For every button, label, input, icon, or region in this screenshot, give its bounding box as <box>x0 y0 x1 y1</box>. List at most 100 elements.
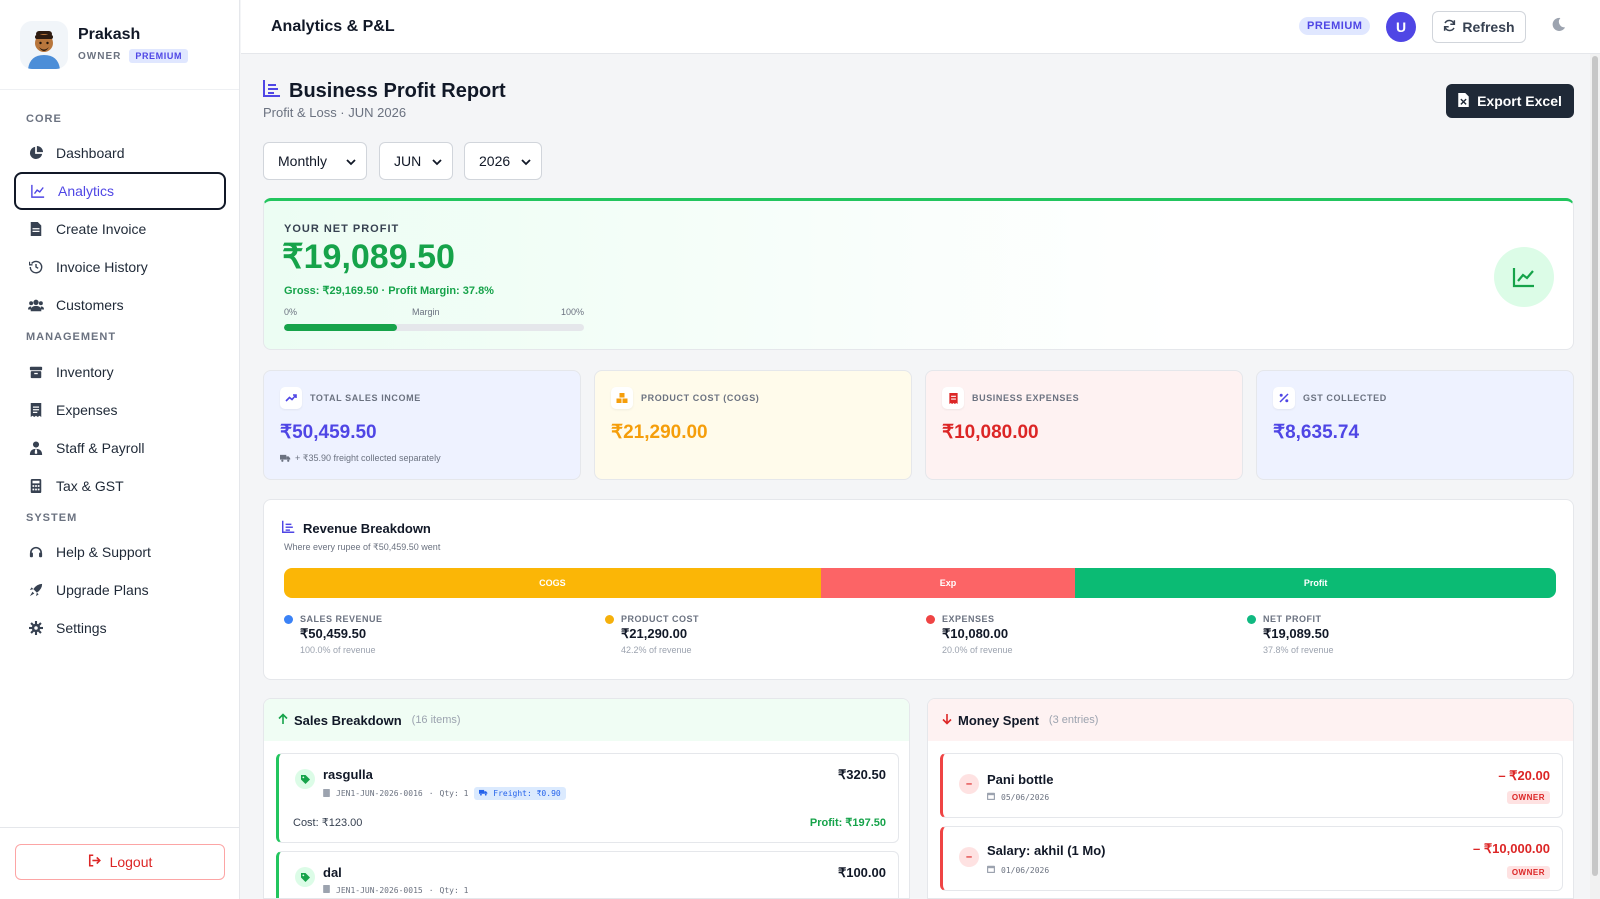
sidebar-item-analytics[interactable]: Analytics <box>14 172 226 210</box>
margin-progress-track <box>284 324 584 331</box>
sidebar-item-create-invoice[interactable]: Create Invoice <box>14 210 226 248</box>
legend-dot <box>1247 614 1256 624</box>
legend-label: SALES REVENUE <box>300 614 383 624</box>
report-subtitle: Profit & Loss · JUN 2026 <box>263 105 407 120</box>
month-select[interactable]: JUN <box>379 142 453 180</box>
export-label: Export Excel <box>1477 93 1562 109</box>
meta-separator: · <box>428 789 434 798</box>
expense-amount: – ₹20.00 <box>1498 768 1550 783</box>
excel-file-icon <box>1458 92 1469 110</box>
stat-value: ₹10,080.00 <box>942 422 1039 443</box>
legend-net-profit: NET PROFIT ₹19,089.50 37.8% of revenue <box>1247 614 1547 655</box>
trend-chart-icon <box>1494 247 1554 307</box>
boxes-icon <box>611 387 633 409</box>
sidebar-item-label: Dashboard <box>56 145 125 161</box>
stat-card-sales: TOTAL SALES INCOME ₹50,459.50 + ₹35.90 f… <box>263 370 581 480</box>
sidebar-item-expenses[interactable]: Expenses <box>14 391 226 429</box>
sidebar-item-dashboard[interactable]: Dashboard <box>14 134 226 172</box>
stat-value: ₹50,459.50 <box>280 422 377 443</box>
sidebar-item-label: Invoice History <box>56 259 148 275</box>
year-value: 2026 <box>479 153 511 169</box>
user-avatar[interactable]: U <box>1386 12 1416 42</box>
sidebar-item-upgrade-plans[interactable]: Upgrade Plans <box>14 571 226 609</box>
calendar-icon <box>987 865 995 875</box>
legend-label: NET PROFIT <box>1263 614 1322 624</box>
sidebar-item-invoice-history[interactable]: Invoice History <box>14 248 226 286</box>
item-meta: 01/06/2026 <box>987 865 1049 875</box>
legend-expenses: EXPENSES ₹10,080.00 20.0% of revenue <box>926 614 1226 655</box>
arrow-down-icon <box>942 713 952 728</box>
sidebar-item-inventory[interactable]: Inventory <box>14 353 226 391</box>
dark-mode-toggle[interactable] <box>1547 16 1569 38</box>
period-select[interactable]: Monthly <box>263 142 367 180</box>
scrollbar-thumb[interactable] <box>1592 56 1598 876</box>
sidebar-item-staff-payroll[interactable]: Staff & Payroll <box>14 429 226 467</box>
sidebar-item-label: Expenses <box>56 402 118 418</box>
year-select[interactable]: 2026 <box>464 142 542 180</box>
legend-value: ₹50,459.50 <box>300 626 367 641</box>
money-spent-panel: Money Spent (3 entries) – Pani bottle 05… <box>927 698 1574 899</box>
item-name: Pani bottle <box>987 772 1054 787</box>
sales-breakdown-header: Sales Breakdown (16 items) <box>264 699 909 741</box>
stat-value: ₹21,290.00 <box>611 422 708 443</box>
money-spent-title: Money Spent <box>958 712 1039 728</box>
gear-icon <box>28 620 44 636</box>
line-chart-icon <box>30 183 46 199</box>
item-meta: JEN1-JUN-2026-0015 · Qty: 1 <box>323 885 468 895</box>
legend-label: EXPENSES <box>942 614 995 624</box>
calendar-icon <box>987 792 995 802</box>
freight-tag: Freight: ₹0.90 <box>474 787 566 800</box>
stat-label: GST COLLECTED <box>1303 393 1387 403</box>
percent-icon <box>1273 387 1295 409</box>
refresh-icon <box>1443 19 1456 35</box>
legend-percent: 42.2% of revenue <box>621 645 692 655</box>
sidebar-item-customers[interactable]: Customers <box>14 286 226 324</box>
revenue-breakdown-subtitle: Where every rupee of ₹50,459.50 went <box>284 542 441 552</box>
list-item[interactable]: – Salary: akhil (1 Mo) 01/06/2026 – ₹10,… <box>940 826 1563 891</box>
document-icon <box>28 221 44 237</box>
sidebar-item-help-support[interactable]: Help & Support <box>14 533 226 571</box>
stat-label: BUSINESS EXPENSES <box>972 393 1080 403</box>
legend-percent: 100.0% of revenue <box>300 645 376 655</box>
rocket-icon <box>28 582 44 598</box>
expense-amount: – ₹10,000.00 <box>1473 841 1550 856</box>
sidebar-item-label: Settings <box>56 620 107 636</box>
logout-button[interactable]: Logout <box>15 844 225 880</box>
sidebar-item-label: Staff & Payroll <box>56 440 145 456</box>
logout-icon <box>88 854 102 870</box>
revenue-breakdown-title-text: Revenue Breakdown <box>303 520 431 536</box>
profile-name: Prakash <box>78 26 141 43</box>
premium-badge: PREMIUM <box>1299 17 1371 35</box>
invoice-icon <box>323 788 330 799</box>
logout-label: Logout <box>109 854 153 870</box>
users-icon <box>28 297 44 313</box>
sidebar-item-settings[interactable]: Settings <box>14 609 226 647</box>
history-icon <box>28 259 44 275</box>
item-name: rasgulla <box>323 767 373 782</box>
refresh-button[interactable]: Refresh <box>1432 11 1526 43</box>
item-amount: ₹320.50 <box>837 767 886 782</box>
sales-item-count: (16 items) <box>411 714 461 726</box>
chevron-down-icon <box>432 153 442 169</box>
receipt-icon <box>28 402 44 418</box>
revenue-breakdown-title: Revenue Breakdown <box>282 520 431 536</box>
legend-value: ₹19,089.50 <box>1263 626 1330 641</box>
tag-icon <box>295 769 315 789</box>
list-item[interactable]: rasgulla JEN1-JUN-2026-0016 · Qty: 1 Fre… <box>276 753 899 843</box>
calculator-icon <box>28 478 44 494</box>
refresh-label: Refresh <box>1462 19 1515 35</box>
sales-breakdown-title: Sales Breakdown <box>294 712 402 728</box>
list-item[interactable]: – Pani bottle 05/06/2026 – ₹20.00 OWNER <box>940 753 1563 818</box>
sales-breakdown-panel: Sales Breakdown (16 items) rasgulla JEN1… <box>263 698 910 899</box>
sidebar-item-label: Tax & GST <box>56 478 124 494</box>
moon-icon <box>1551 17 1566 37</box>
export-excel-button[interactable]: Export Excel <box>1446 84 1574 118</box>
sidebar-item-tax-gst[interactable]: Tax & GST <box>14 467 226 505</box>
legend-dot <box>284 614 293 624</box>
headset-icon <box>28 544 44 560</box>
item-name: Salary: akhil (1 Mo) <box>987 843 1106 858</box>
legend-percent: 37.8% of revenue <box>1263 645 1334 655</box>
list-item[interactable]: dal JEN1-JUN-2026-0015 · Qty: 1 ₹100.00 <box>276 851 899 898</box>
legend-dot <box>605 614 614 624</box>
freight-text: Freight: ₹0.90 <box>493 789 561 798</box>
